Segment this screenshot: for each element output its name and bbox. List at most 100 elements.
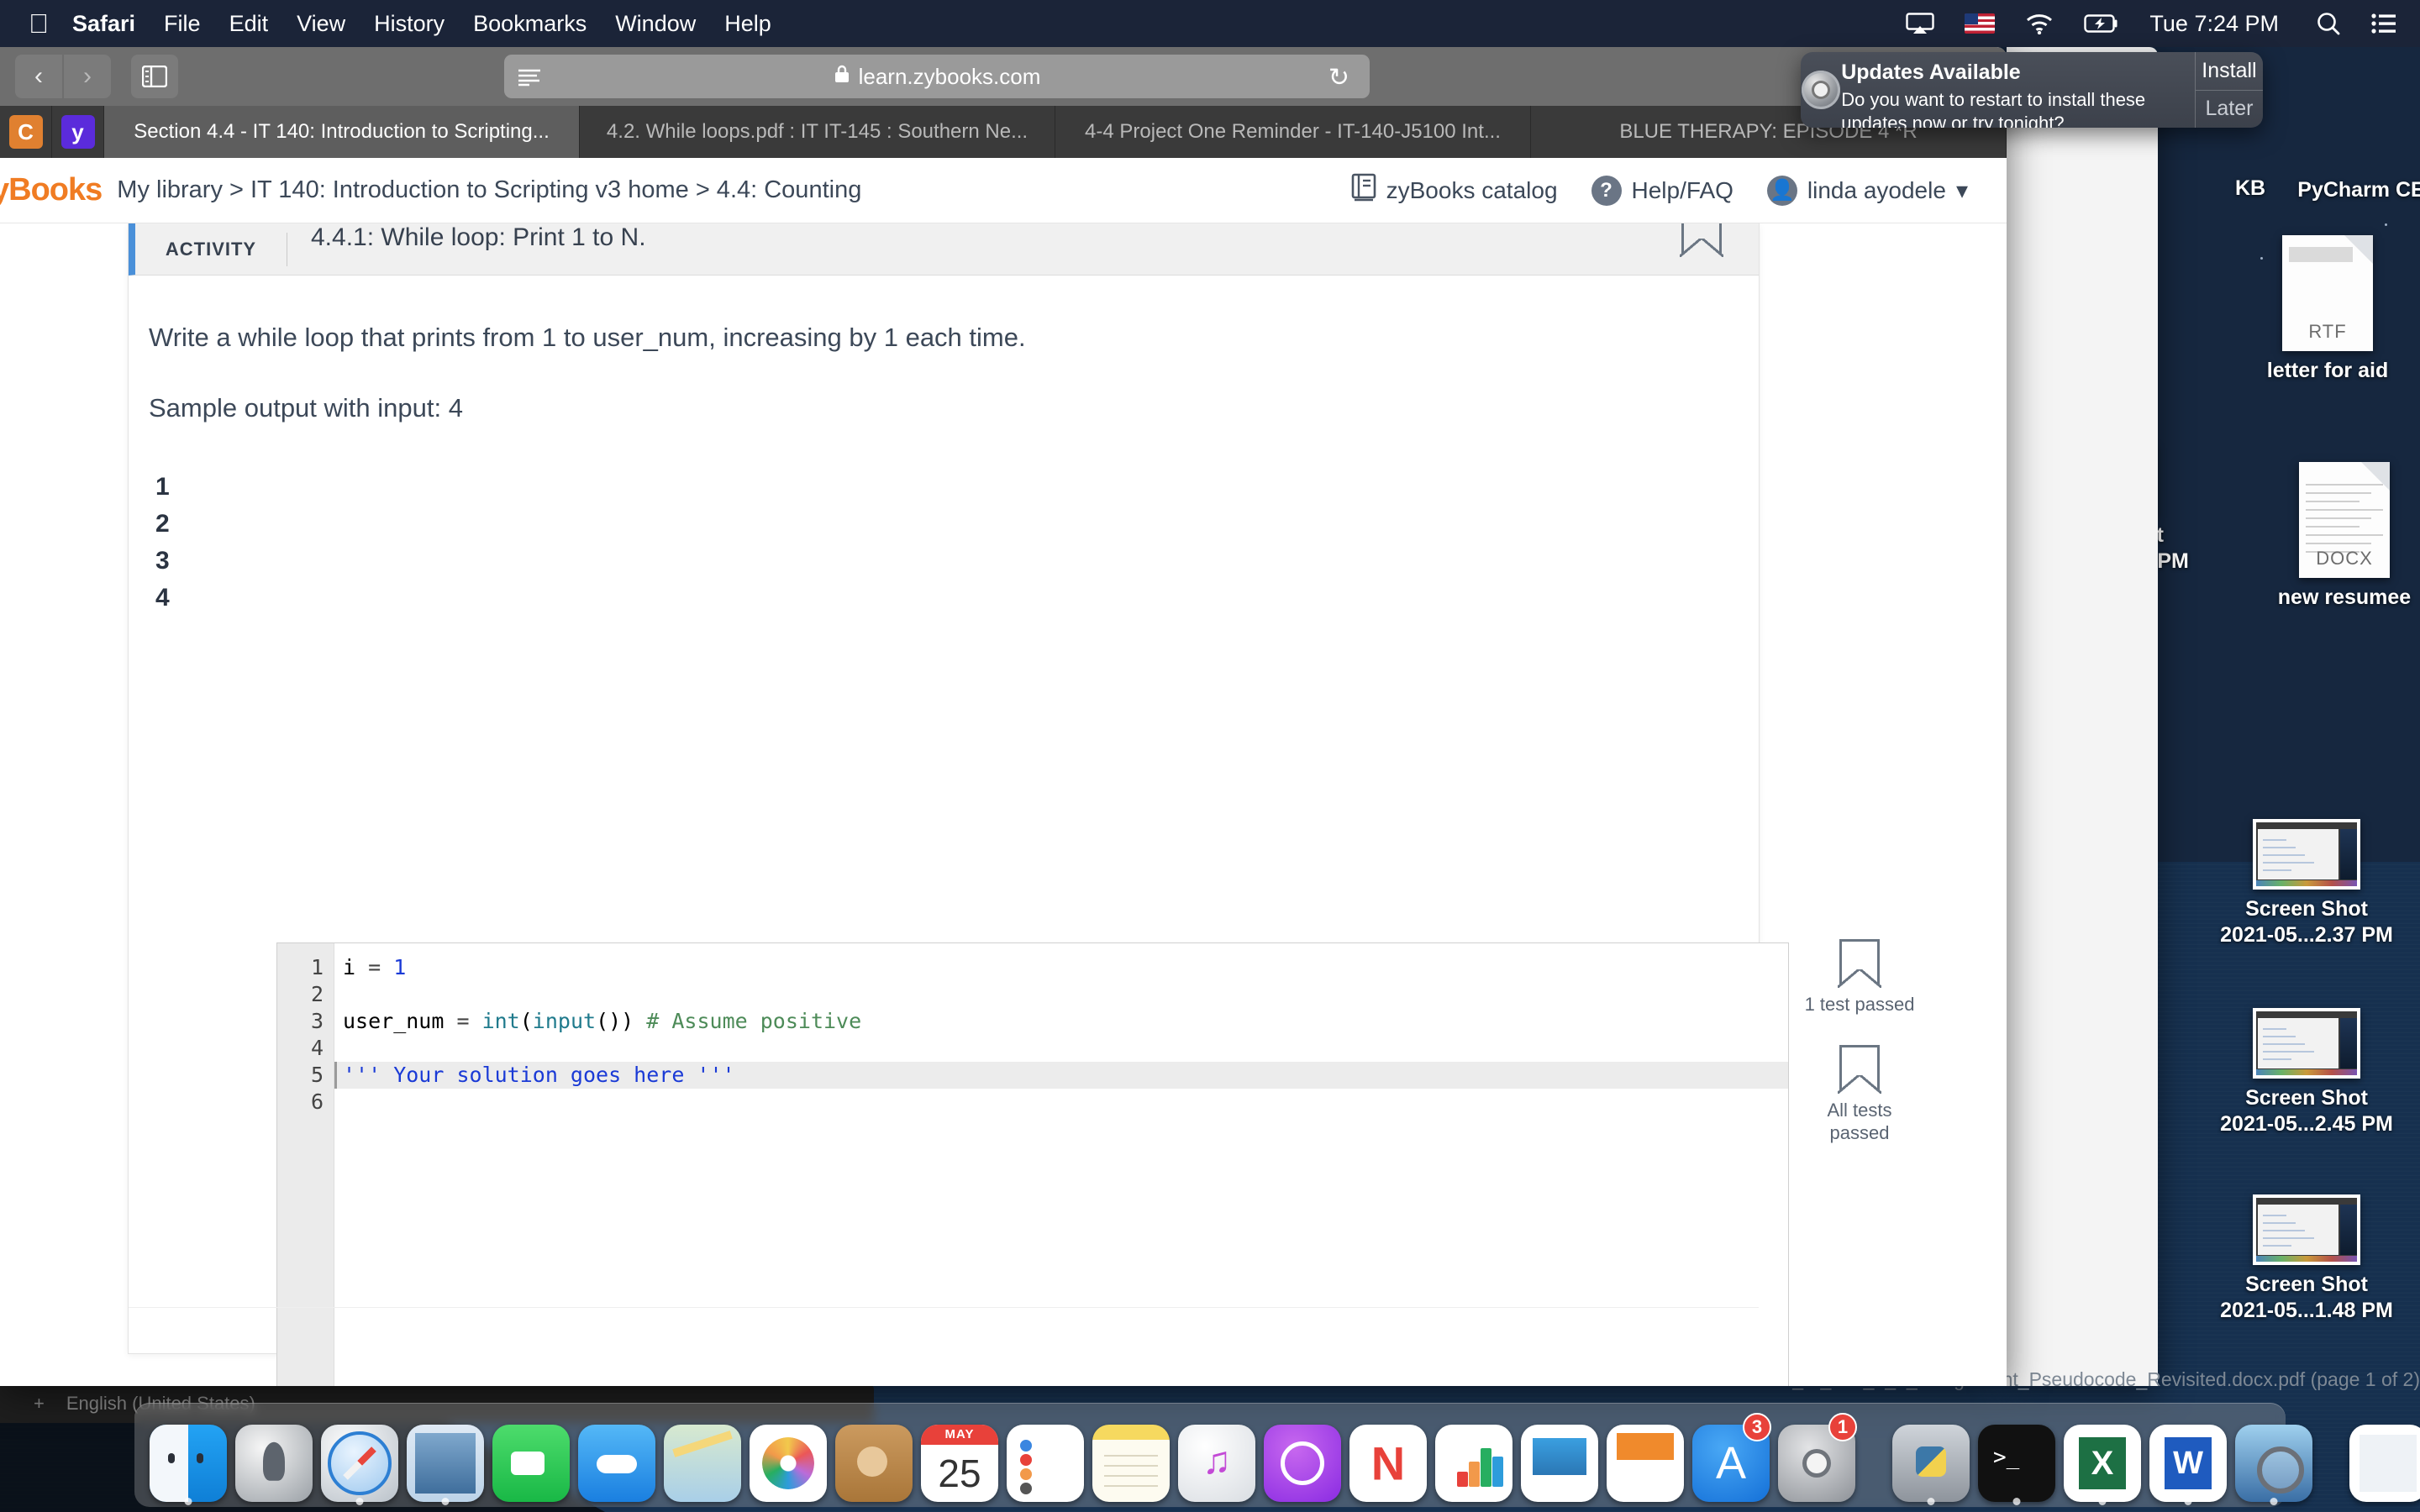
dock-item-podcasts[interactable] (1264, 1415, 1341, 1502)
dock-item-finder[interactable] (150, 1415, 227, 1505)
code-line-3[interactable]: user_num = int(input()) # Assume positiv… (334, 1008, 1788, 1035)
code-line-1[interactable]: i = 1 (334, 954, 1788, 981)
desktop-icon-screen-shot-2-45-pm[interactable]: Screen Shot 2021-05...2.45 PM (2214, 1008, 2399, 1138)
dock-item-keynote[interactable] (1521, 1415, 1598, 1502)
code-token: ( (519, 1009, 533, 1033)
doc-preview-line (2306, 543, 2371, 544)
running-indicator (2184, 1498, 2192, 1505)
dock-item-launchpad[interactable] (235, 1415, 313, 1502)
macos-dock[interactable]: MAY 25 3 1 (134, 1403, 2420, 1507)
menu-item-view[interactable]: View (297, 11, 345, 37)
menu-item-file[interactable]: File (164, 11, 201, 37)
dock-item-mail[interactable] (407, 1415, 484, 1505)
chevron-down-icon[interactable]: ▾ (1956, 176, 1968, 204)
software-update-gear-icon (1801, 52, 1841, 128)
menu-item-bookmarks[interactable]: Bookmarks (473, 11, 587, 37)
apple-menu-icon[interactable]:  (29, 10, 49, 37)
us-flag-icon[interactable] (1965, 13, 1996, 34)
dock-item-app-store[interactable]: 3 (1692, 1413, 1771, 1502)
dock-badge: 3 (1743, 1413, 1771, 1441)
dock-item-reminders[interactable] (1007, 1415, 1084, 1502)
dock-item-contacts[interactable] (835, 1415, 913, 1502)
desktop-icon-letter-for-aid-rtf[interactable]: RTF letter for aid (2235, 235, 2420, 384)
dock-item-messages[interactable] (578, 1415, 655, 1502)
dock-item-word[interactable] (2149, 1415, 2227, 1505)
running-indicator (184, 1498, 192, 1505)
dock-item-numbers[interactable] (1435, 1415, 1512, 1502)
user-menu[interactable]: 👤 linda ayodele ▾ (1766, 175, 1968, 206)
dock-item-terminal[interactable] (1978, 1415, 2055, 1505)
background-window-preview[interactable] (2007, 47, 2158, 1386)
install-button[interactable]: Install (2195, 52, 2263, 91)
dock-item-excel[interactable] (2064, 1415, 2141, 1505)
airplay-icon[interactable] (1906, 13, 1935, 34)
menu-item-window[interactable]: Window (615, 11, 696, 37)
dock-item-system-preferences[interactable]: 1 (1778, 1413, 1857, 1502)
code-line-2[interactable] (334, 981, 1788, 1008)
code-line-4[interactable] (334, 1035, 1788, 1062)
control-center-icon[interactable] (2371, 13, 2396, 34)
file-extension-label: DOCX (2316, 548, 2373, 569)
code-text-area[interactable]: i = 1 user_num = int(input()) # Assume p… (334, 943, 1788, 1386)
battery-charging-icon[interactable] (2084, 13, 2119, 34)
desktop-icon-screen-shot-2-37-pm[interactable]: Screen Shot 2021-05...2.37 PM (2214, 819, 2399, 949)
code-line-5[interactable]: ''' Your solution goes here ''' (334, 1062, 1788, 1089)
safari-window[interactable]: ‹ › learn.zybooks.com ↻ C y Section 4.4 … (0, 47, 2007, 1386)
dock-item-itunes[interactable] (1178, 1415, 1255, 1502)
menu-clock[interactable]: Tue 7:24 PM (2149, 11, 2279, 37)
macos-menu-bar[interactable]:  Safari File Edit View History Bookmarks Wind… (0, 0, 2420, 47)
code-line-6[interactable] (334, 1089, 1788, 1116)
software-update-notification[interactable]: Updates Available Do you want to restart… (1801, 52, 2263, 128)
dock-item-safari[interactable] (321, 1415, 398, 1505)
thumb-dock (2256, 1069, 2357, 1075)
pages-icon (1607, 1425, 1684, 1502)
dock-item-maps[interactable] (664, 1415, 741, 1502)
menu-item-help[interactable]: Help (724, 11, 771, 37)
dock-item-photos[interactable] (750, 1415, 827, 1502)
reload-button[interactable]: ↻ (1328, 63, 1349, 92)
back-button[interactable]: ‹ (15, 55, 62, 98)
desktop-icon-new-resumee-docx[interactable]: DOCX new resumee (2252, 462, 2420, 611)
code-editor[interactable]: 1 2 3 4 56 i = 1 user_num = int(input()) # A… (276, 942, 1789, 1386)
later-button[interactable]: Later (2196, 91, 2263, 129)
browser-tab-1[interactable]: 4.2. While loops.pdf : IT IT-145 : South… (580, 106, 1055, 158)
sidebar-toggle-button[interactable] (131, 55, 178, 98)
desktop-icon-screen-shot-1-48-pm[interactable]: Screen Shot 2021-05...1.48 PM (2214, 1194, 2399, 1325)
menu-items[interactable]: Safari File Edit View History Bookmarks Window… (72, 11, 800, 37)
address-bar[interactable]: learn.zybooks.com ↻ (504, 55, 1370, 98)
zybooks-logo[interactable]: yBooks (0, 172, 103, 208)
notification-buttons[interactable]: Install Later (2194, 52, 2263, 129)
dock-item-news[interactable] (1349, 1415, 1427, 1502)
dock-item-notes[interactable] (1092, 1415, 1170, 1502)
wifi-icon[interactable] (2025, 13, 2054, 34)
browser-tab-title: 4-4 Project One Reminder - IT-140-J5100 … (1085, 120, 1501, 143)
help-faq-link[interactable]: ? Help/FAQ (1591, 175, 1733, 206)
thumbnail-image (2256, 1011, 2357, 1075)
menu-item-edit[interactable]: Edit (229, 11, 269, 37)
desktop-icon-label: letter for aid (2266, 359, 2389, 382)
dock-item-facetime[interactable] (492, 1415, 570, 1502)
dock-item-calendar[interactable]: MAY 25 (921, 1415, 998, 1502)
menu-item-history[interactable]: History (374, 11, 445, 37)
menu-item-safari[interactable]: Safari (72, 11, 135, 37)
thumb-dock (2256, 880, 2357, 886)
browser-tab-0[interactable]: Section 4.4 - IT 140: Introduction to Sc… (104, 106, 580, 158)
dock-item-pages[interactable] (1607, 1415, 1684, 1502)
dock-item-preview[interactable] (2235, 1415, 2312, 1505)
forward-button[interactable]: › (64, 55, 111, 98)
zybooks-catalog-link[interactable]: zyBooks catalog (1351, 173, 1558, 207)
breadcrumb[interactable]: My library > IT 140: Introduction to Scr… (117, 176, 861, 204)
launchpad-icon (235, 1425, 313, 1502)
safari-tab-bar[interactable]: Cy Section 4.4 - IT 140: Introduction to … (0, 106, 2007, 158)
canvas-favicon[interactable]: C (0, 106, 52, 158)
yahoo-favicon[interactable]: y (52, 106, 104, 158)
code-token: int (481, 1009, 520, 1033)
dock-item-pycharm[interactable] (1892, 1415, 1970, 1505)
search-icon[interactable] (2316, 11, 2341, 36)
avatar-icon: 👤 (1766, 175, 1797, 206)
browser-tab-2[interactable]: 4-4 Project One Reminder - IT-140-J5100 … (1055, 106, 1531, 158)
nav-buttons[interactable]: ‹ › (15, 55, 113, 98)
reader-view-icon[interactable] (518, 66, 541, 92)
plus-icon[interactable]: + (34, 1393, 45, 1415)
dock-item-stacks-downloads[interactable] (2349, 1415, 2420, 1502)
